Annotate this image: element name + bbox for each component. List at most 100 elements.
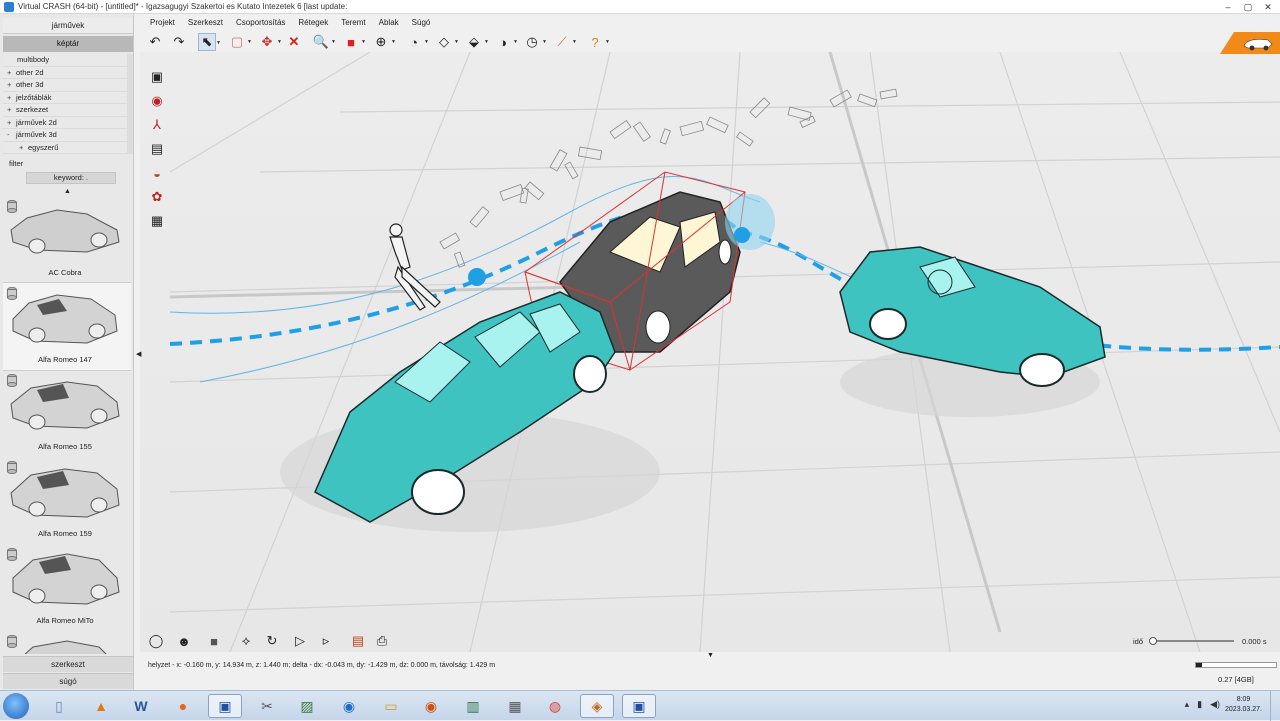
- start-button[interactable]: [3, 693, 29, 719]
- save-app-icon[interactable]: ▣: [622, 694, 656, 718]
- gallery-item[interactable]: AC Cobra: [3, 196, 131, 283]
- expand-icon[interactable]: +: [7, 117, 16, 129]
- expand-icon[interactable]: +: [7, 92, 16, 104]
- minimize-button[interactable]: –: [1220, 1, 1236, 13]
- layers-icon[interactable]: ▤: [146, 140, 168, 158]
- file-explorer-icon[interactable]: ▯: [42, 694, 76, 718]
- word-icon[interactable]: W: [124, 694, 158, 718]
- tree-item-structure[interactable]: + szerkezet: [3, 104, 127, 117]
- time-slider[interactable]: [1149, 637, 1234, 645]
- close-button[interactable]: ✕: [1260, 1, 1276, 13]
- expand-icon[interactable]: +: [7, 104, 16, 116]
- expand-icon[interactable]: +: [19, 142, 28, 154]
- rectangle-select-icon[interactable]: ▢ ▼: [228, 33, 252, 51]
- menu-project[interactable]: Projekt: [150, 15, 175, 31]
- tab-gallery[interactable]: képtár: [3, 36, 133, 52]
- 3d-viewport[interactable]: [140, 52, 1280, 652]
- angle-icon[interactable]: ◑ ▼: [494, 33, 518, 51]
- tree-item-simple[interactable]: + egyszerű: [3, 141, 127, 154]
- gallery-item[interactable]: Alfa Romeo 159: [3, 457, 131, 544]
- zoom-icon[interactable]: 🔍 ▼: [312, 33, 336, 51]
- tab-edit[interactable]: szerkeszt: [3, 656, 133, 672]
- gallery-item[interactable]: Alfa Romeo 155: [3, 370, 131, 457]
- category-tree: multibody + other 2d + other 3d + jelzőtábl…: [3, 54, 127, 154]
- save-app-icon[interactable]: ▣: [208, 694, 242, 718]
- axes-icon[interactable]: ⅄: [146, 116, 168, 134]
- tree-scrollbar[interactable]: [127, 54, 133, 154]
- volume-icon[interactable]: ◀): [1210, 699, 1220, 710]
- tree-item-vehicles-2d[interactable]: + járművek 2d: [3, 116, 127, 129]
- folder-icon[interactable]: ▭: [374, 694, 408, 718]
- gauge-icon[interactable]: ◔ ▼: [405, 33, 429, 51]
- document-icon[interactable]: ▤: [348, 632, 368, 650]
- brush-icon[interactable]: ⟋ ▼: [553, 33, 577, 51]
- select-pointer-icon[interactable]: ⬉ ▼: [198, 33, 221, 51]
- tab-vehicles[interactable]: járművek: [3, 18, 133, 34]
- undo-icon[interactable]: ↶: [146, 33, 164, 51]
- clock-icon[interactable]: ◷ ▼: [523, 33, 547, 51]
- vlc-icon[interactable]: ▲: [84, 694, 118, 718]
- archive-icon[interactable]: ▦: [498, 694, 532, 718]
- system-clock[interactable]: 8:09 2023.03.27.: [1225, 695, 1262, 715]
- help-icon[interactable]: ? ▼: [586, 33, 610, 51]
- pedestrian-figure[interactable]: [389, 223, 441, 311]
- tray-arrow-icon[interactable]: ▴: [1185, 699, 1190, 710]
- move-tool-icon[interactable]: ✥ ▼: [258, 33, 282, 51]
- step-icon[interactable]: ▹: [316, 632, 336, 650]
- settings-icon[interactable]: ✿: [146, 188, 168, 206]
- circle-icon[interactable]: ◯: [146, 632, 166, 650]
- spreadsheet-icon[interactable]: ▥: [456, 694, 490, 718]
- firefox-icon[interactable]: ●: [166, 694, 200, 718]
- time-slider-knob[interactable]: [1149, 637, 1157, 645]
- chrome-icon[interactable]: ◍: [538, 694, 572, 718]
- head-icon[interactable]: ☻: [174, 632, 194, 650]
- camera-view-icon[interactable]: ▣: [146, 68, 168, 86]
- path-node[interactable]: [734, 227, 750, 243]
- gallery-item[interactable]: Alfa Romeo MiTo: [3, 544, 131, 631]
- square-icon[interactable]: ■: [204, 632, 224, 650]
- virtual-crash-app-icon[interactable]: ◈: [580, 694, 614, 718]
- path-node[interactable]: [468, 268, 486, 286]
- menu-create[interactable]: Teremt: [341, 15, 365, 31]
- expand-icon[interactable]: +: [7, 79, 16, 91]
- tree-item-signs[interactable]: + jelzőtáblák: [3, 91, 127, 104]
- browser-icon[interactable]: ◉: [332, 694, 366, 718]
- keyword-field[interactable]: keyword: .: [26, 172, 116, 184]
- scroll-up-icon[interactable]: ▲: [64, 188, 71, 195]
- collapse-icon[interactable]: -: [7, 129, 16, 141]
- menu-grouping[interactable]: Csoportosítás: [236, 15, 285, 31]
- image-viewer-icon[interactable]: ▨: [290, 694, 324, 718]
- tree-item-vehicles-3d[interactable]: - járművek 3d: [3, 129, 127, 142]
- menu-help[interactable]: Súgó: [412, 15, 431, 31]
- rotate-view-icon[interactable]: ↻: [262, 632, 282, 650]
- tab-help[interactable]: súgó: [3, 673, 133, 689]
- collapse-panel-icon[interactable]: ◀: [136, 350, 141, 358]
- ruler-icon[interactable]: ◇ ▼: [435, 33, 459, 51]
- expand-icon[interactable]: +: [7, 67, 16, 79]
- menu-layers[interactable]: Rétegek: [298, 15, 328, 31]
- crosshair-icon[interactable]: ⊕ ▼: [372, 33, 396, 51]
- magnet-icon[interactable]: ◒: [146, 164, 168, 182]
- red-cube-icon[interactable]: ■ ▼: [342, 33, 366, 51]
- grid-icon[interactable]: ▦: [146, 212, 168, 230]
- menu-edit[interactable]: Szerkeszt: [188, 15, 223, 31]
- tree-item-other-3d[interactable]: + other 3d: [3, 79, 127, 92]
- tree-item-other-2d[interactable]: + other 2d: [3, 66, 127, 79]
- redo-icon[interactable]: ↷: [170, 33, 188, 51]
- tree-item-multibody[interactable]: multibody: [3, 54, 127, 67]
- expand-down-icon[interactable]: ▼: [707, 652, 714, 659]
- maximize-button[interactable]: ▢: [1240, 1, 1256, 13]
- play-icon[interactable]: ▷: [290, 632, 310, 650]
- record-icon[interactable]: ◉: [146, 92, 168, 110]
- gallery-item[interactable]: [3, 631, 131, 654]
- tag-icon[interactable]: ⬙ ▼: [465, 33, 489, 51]
- show-desktop-button[interactable]: [1270, 691, 1280, 721]
- media-player-icon[interactable]: ◉: [414, 694, 448, 718]
- delete-icon[interactable]: ✕: [285, 33, 303, 51]
- graph-icon[interactable]: ⟡: [236, 632, 256, 650]
- gallery-item[interactable]: Alfa Romeo 147: [3, 282, 131, 371]
- print-icon[interactable]: ⎙: [372, 632, 392, 650]
- network-icon[interactable]: ▮: [1197, 699, 1202, 710]
- menu-window[interactable]: Ablak: [379, 15, 399, 31]
- tools-app-icon[interactable]: ✂: [250, 694, 284, 718]
